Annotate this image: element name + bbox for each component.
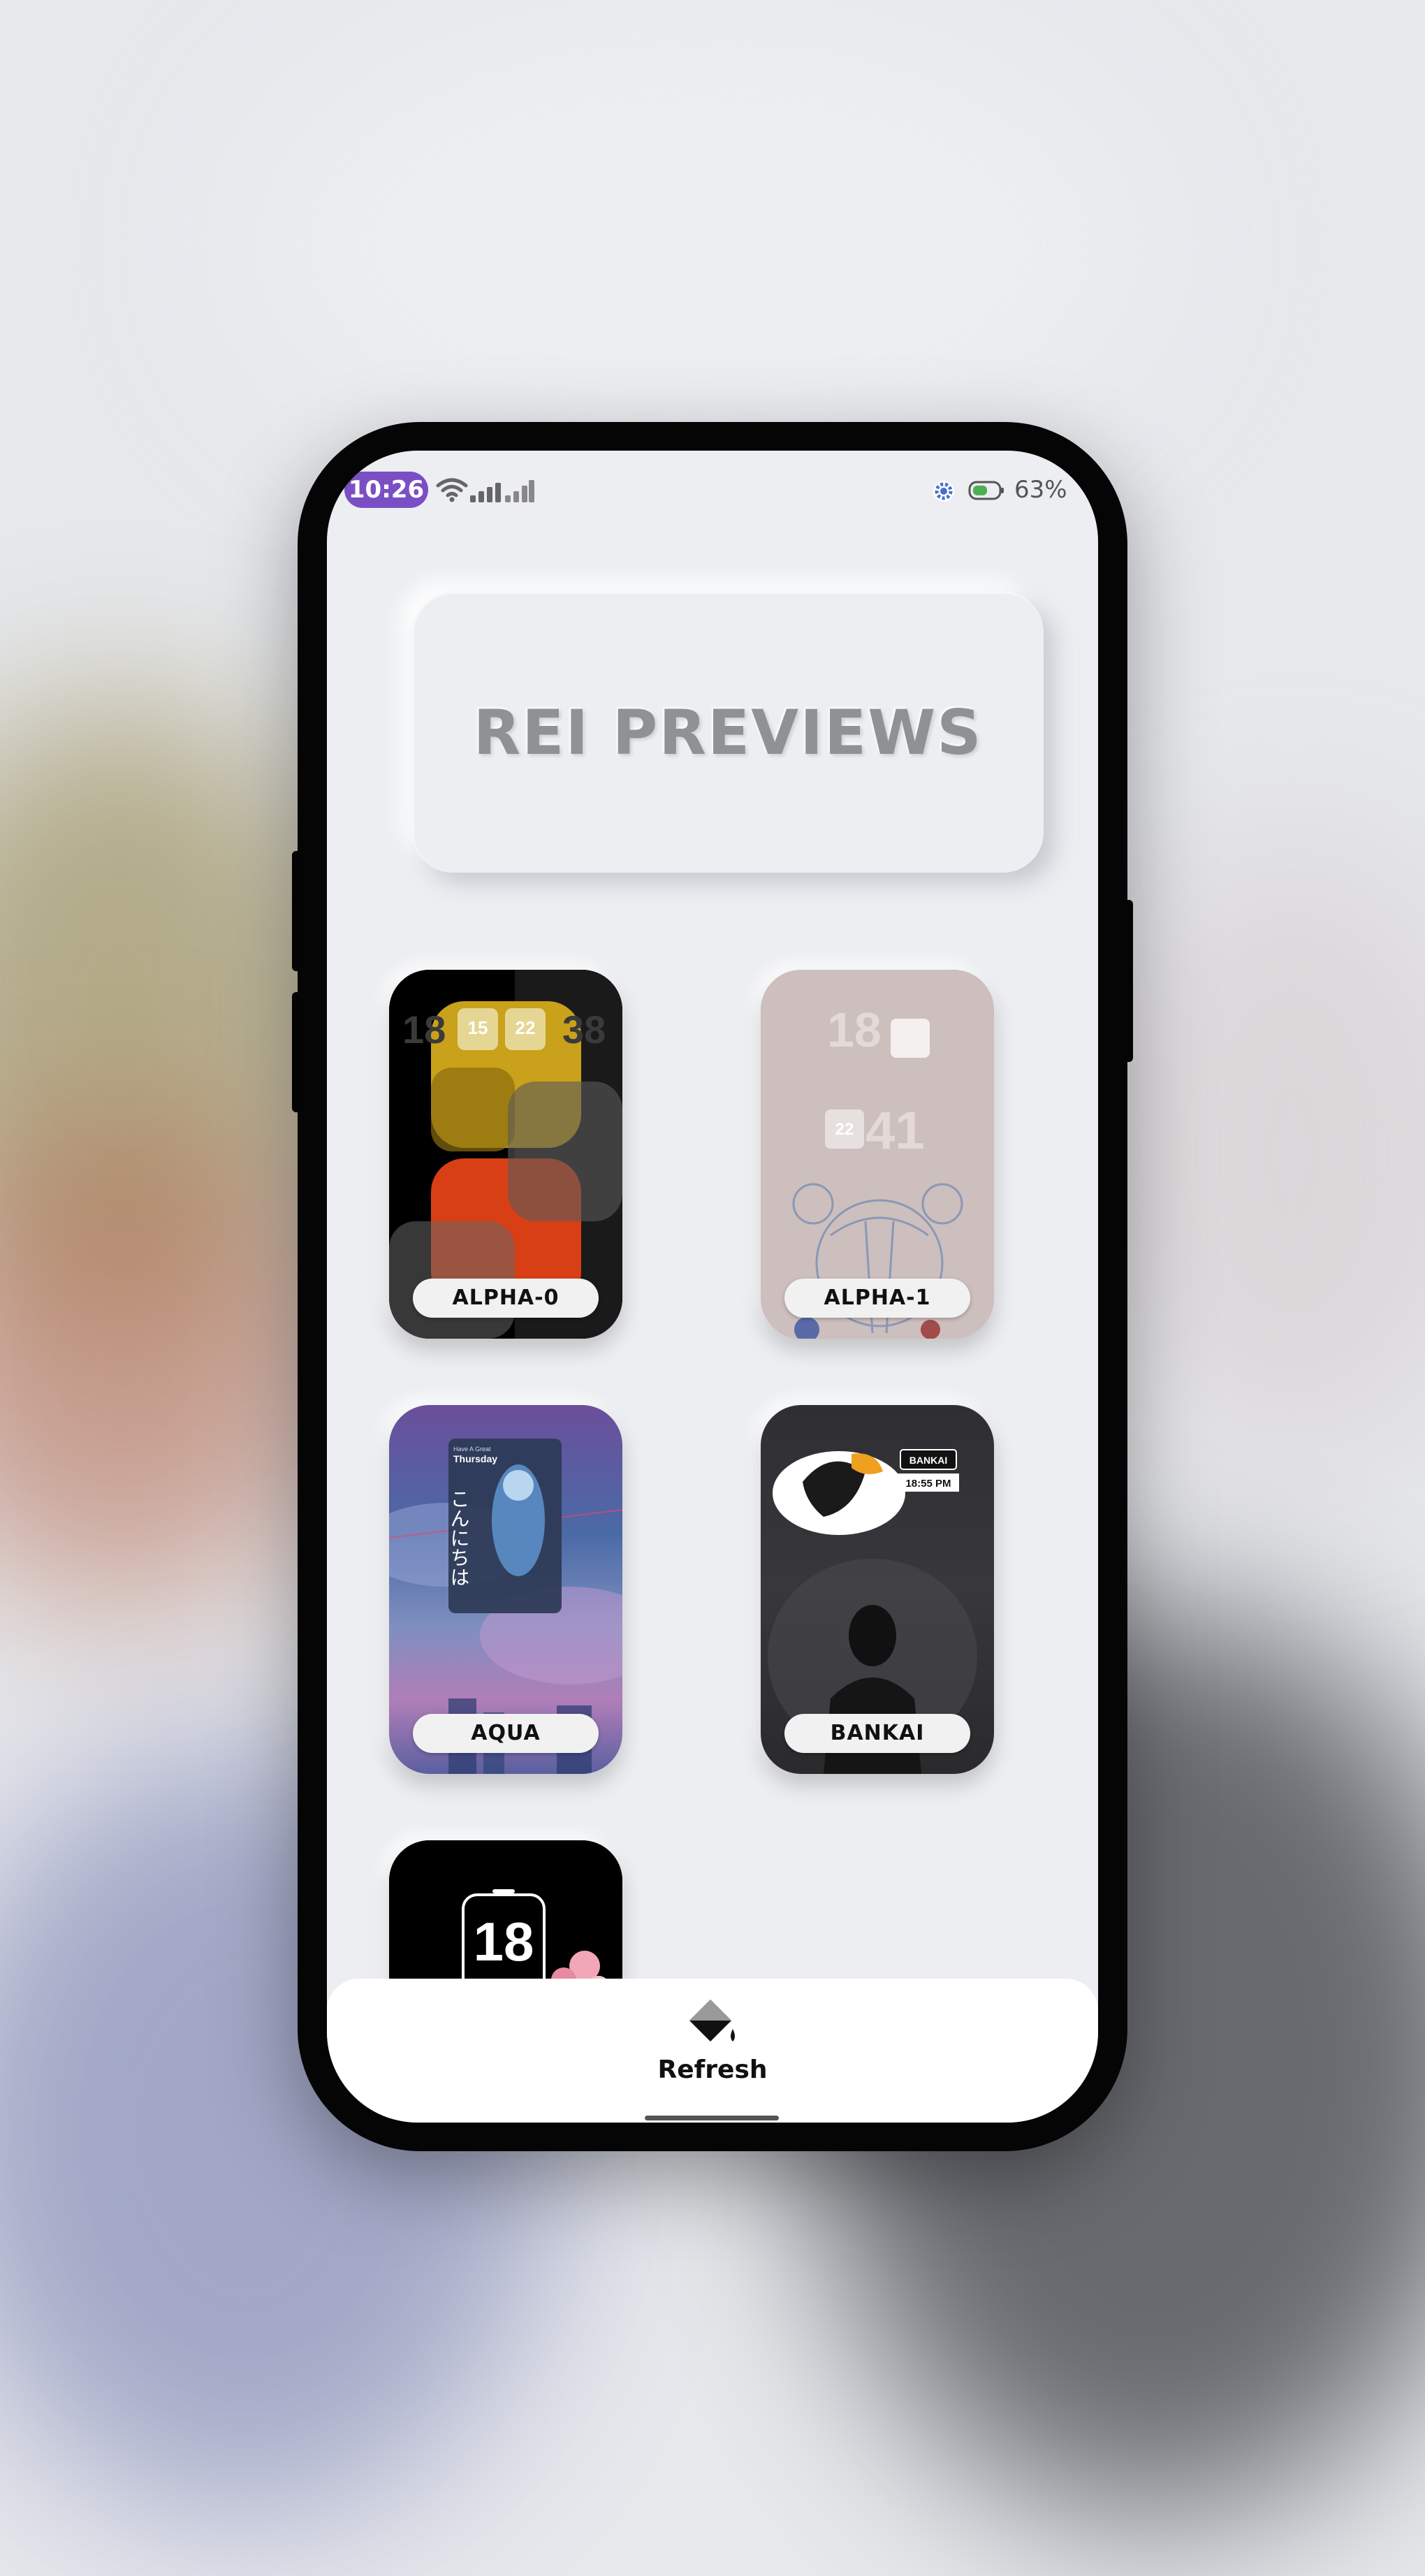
settings-icon <box>933 481 954 502</box>
alpha-0-hour: 18 <box>402 1007 446 1051</box>
aqua-day-name: Thursday <box>453 1453 497 1464</box>
alpha-1-date: 22 <box>835 1120 854 1139</box>
battery-icon <box>968 481 1004 500</box>
preview-label: BANKAI <box>784 1714 970 1753</box>
refresh-button[interactable]: Refresh <box>634 1986 791 2111</box>
preview-label: ALPHA-0 <box>413 1279 599 1318</box>
preview-label: ALPHA-1 <box>784 1279 970 1318</box>
alpha-0-date-b: 22 <box>516 1017 536 1038</box>
signal-icon <box>470 480 534 502</box>
title-card: REI PREVIEWS <box>412 592 1044 873</box>
status-time: 10:26 <box>344 472 428 508</box>
refresh-label: Refresh <box>657 2055 768 2084</box>
alpha-0-date-a: 15 <box>468 1017 488 1038</box>
battery-percent: 63% <box>1014 476 1067 504</box>
preview-card-aqua[interactable]: Have A Great Thursday こんにちは AQUA <box>389 1405 622 1774</box>
bottom-bar: Refresh <box>327 1979 1098 2123</box>
aqua-japanese-text: こんにちは <box>448 1489 471 1587</box>
wifi-icon <box>436 478 468 502</box>
preview-card-alpha-1[interactable]: 18 22 41 ALPHA-1 <box>761 970 994 1339</box>
bankai-time: 18:55 PM <box>905 1478 951 1490</box>
preview-card-bankai[interactable]: BANKAI 18:55 PM BANKAI <box>761 1405 994 1774</box>
preview-card-alpha-0[interactable]: 18 38 15 22 ALPHA-0 <box>389 970 622 1339</box>
preview-label: AQUA <box>413 1714 599 1753</box>
phone-screen: 10:26 63% REI PREVIEWS 18 38 15 22 ALPHA… <box>327 451 1098 2123</box>
page-title: REI PREVIEWS <box>473 696 983 769</box>
home-indicator[interactable] <box>645 2116 779 2120</box>
svg-text:Have A Great: Have A Great <box>453 1446 491 1453</box>
alpha-0-minute: 38 <box>562 1007 606 1051</box>
bankai-badge: BANKAI <box>909 1455 947 1466</box>
alpha-1-minute: 41 <box>865 1101 925 1160</box>
alpha-1-hour: 18 <box>827 1003 882 1057</box>
paint-bucket-icon <box>689 2000 735 2042</box>
preview-5-hour: 18 <box>474 1911 534 1972</box>
